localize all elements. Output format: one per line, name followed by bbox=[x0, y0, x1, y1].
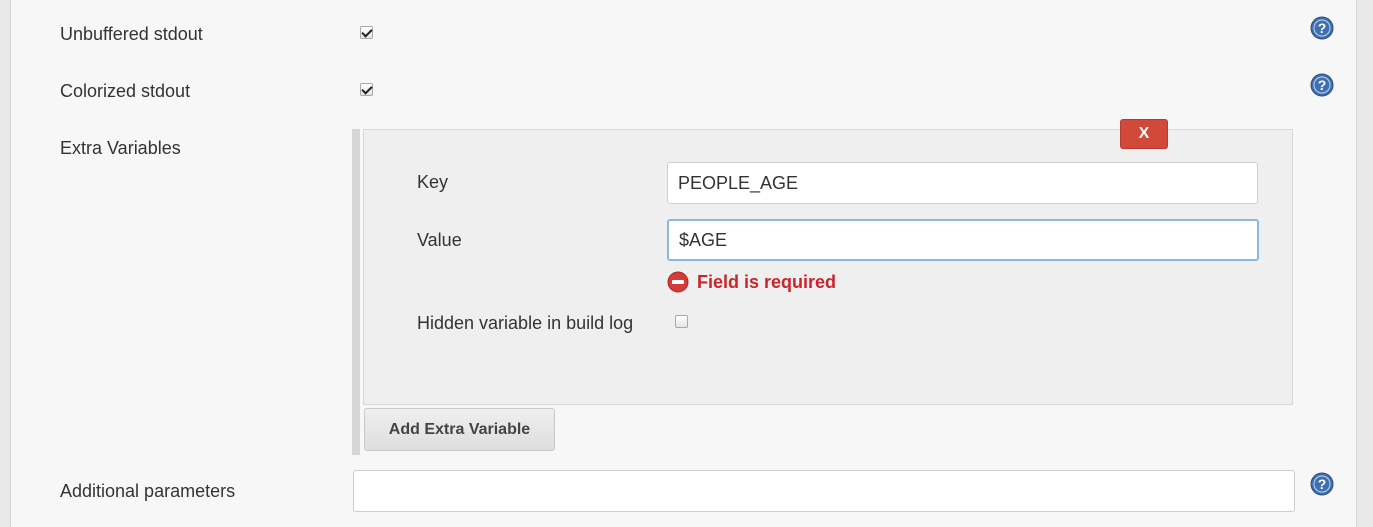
svg-text:?: ? bbox=[1318, 77, 1327, 93]
error-icon bbox=[667, 271, 689, 293]
svg-text:?: ? bbox=[1318, 476, 1327, 492]
key-label: Key bbox=[417, 172, 449, 192]
validation-error: Field is required bbox=[667, 270, 836, 294]
key-input[interactable]: PEOPLE_AGE bbox=[667, 162, 1258, 204]
additional-parameters-label: Additional parameters bbox=[60, 481, 236, 501]
delete-variable-button[interactable]: X bbox=[1120, 119, 1168, 149]
help-icon[interactable]: ? bbox=[1310, 73, 1334, 97]
svg-text:?: ? bbox=[1318, 20, 1327, 36]
value-input[interactable]: $AGE bbox=[667, 219, 1259, 261]
unbuffered-stdout-label: Unbuffered stdout bbox=[60, 24, 203, 44]
value-label: Value bbox=[417, 230, 462, 250]
colorized-stdout-label: Colorized stdout bbox=[60, 81, 191, 101]
hidden-variable-label: Hidden variable in build log bbox=[417, 313, 634, 333]
additional-parameters-input[interactable] bbox=[353, 470, 1295, 512]
hidden-variable-checkbox[interactable] bbox=[675, 315, 688, 328]
colorized-stdout-checkbox[interactable] bbox=[360, 83, 373, 96]
help-icon[interactable]: ? bbox=[1310, 472, 1334, 496]
add-extra-variable-button[interactable]: Add Extra Variable bbox=[364, 408, 555, 451]
error-message: Field is required bbox=[697, 271, 837, 292]
help-icon[interactable]: ? bbox=[1310, 16, 1334, 40]
unbuffered-stdout-checkbox[interactable] bbox=[360, 26, 373, 39]
extra-variables-label: Extra Variables bbox=[60, 138, 181, 158]
